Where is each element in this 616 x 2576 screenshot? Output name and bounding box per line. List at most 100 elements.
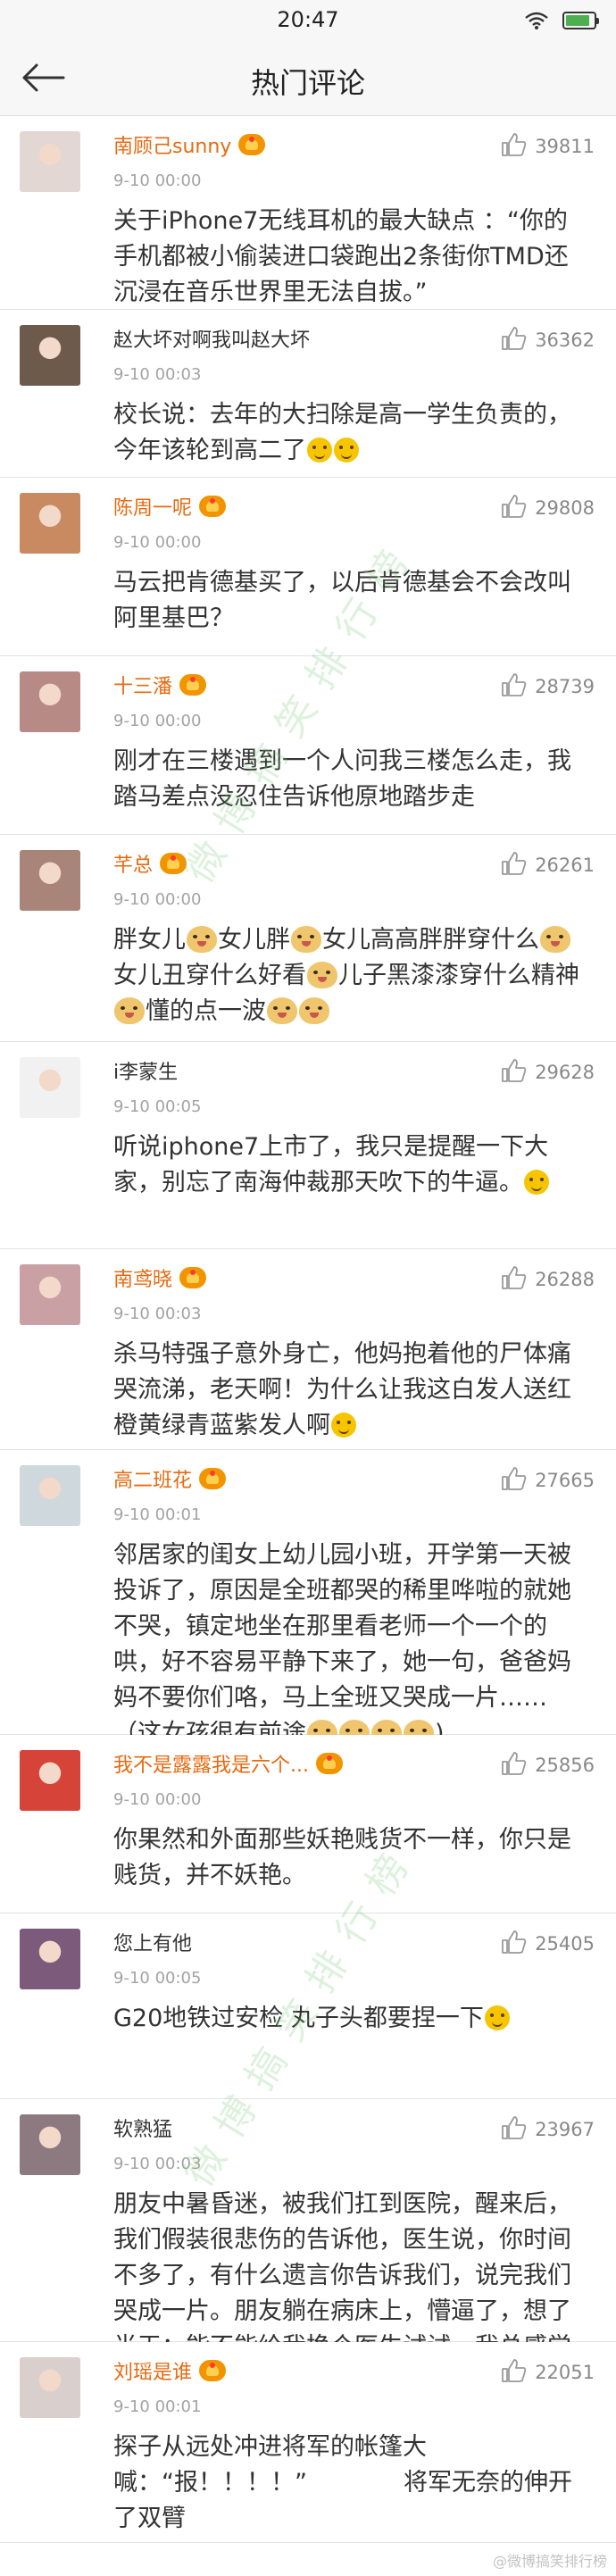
thumbs-up-icon bbox=[501, 851, 528, 880]
comment-list: 南顾己sunny 9-10 00:00 39811 关于iPhone7无线耳机的最大缺… bbox=[0, 116, 616, 2543]
username[interactable]: 高二班花 bbox=[113, 1464, 192, 1493]
comment-item[interactable]: 赵大坏对啊我叫赵大坏 9-10 00:03 36362 校长说：去年的大扫除是高一学生… bbox=[0, 310, 616, 478]
username[interactable]: 十三潘 bbox=[113, 671, 172, 699]
comment-item[interactable]: 芊总 9-10 00:00 26261 胖女儿 女儿胖 女儿高高胖胖穿什么女儿丑穿什么好看… bbox=[0, 835, 616, 1042]
like-button[interactable]: 39811 bbox=[501, 132, 595, 161]
status-time: 20:47 bbox=[277, 7, 339, 32]
like-button[interactable]: 26261 bbox=[501, 851, 595, 880]
comment-text-body: 刚才在三楼遇到一个人问我三楼怎么走，我踏马差点没忍住告诉他原地踏步走 bbox=[113, 747, 571, 811]
avatar[interactable] bbox=[20, 2357, 80, 2418]
comment-time: 9-10 00:03 bbox=[113, 2155, 202, 2173]
thumbs-up-icon bbox=[501, 1930, 528, 1958]
comment-time: 9-10 00:05 bbox=[113, 1969, 202, 1988]
vip-badge-icon bbox=[315, 1753, 343, 1774]
like-count: 23967 bbox=[535, 2119, 595, 2140]
smile-emoji-icon bbox=[484, 2005, 510, 2030]
doge-emoji-icon bbox=[540, 926, 570, 953]
username[interactable]: 您上有他 bbox=[113, 1928, 192, 1956]
vip-badge-icon bbox=[199, 1468, 227, 1489]
like-count: 27665 bbox=[535, 1470, 595, 1491]
comment-item[interactable]: 南鸢晓 9-10 00:03 26288 杀马特强子意外身亡，他妈抱着他的尸体痛哭流涕… bbox=[0, 1249, 616, 1450]
thumbs-up-icon bbox=[501, 494, 528, 522]
footer-credit: @微博搞笑排行榜 bbox=[492, 2553, 607, 2570]
comment-text-segment: 儿子黑漆漆穿什么精神 bbox=[338, 962, 579, 989]
comment-text-body: 听说iphone7上市了，我只是提醒一下大家，别忘了南海仲裁那天吹下的牛逼。 bbox=[113, 1133, 549, 1196]
comment-item[interactable]: 刘瑶是谁 9-10 00:01 22051 探子从远处冲进将军的帐篷大喊：“报！！！！… bbox=[0, 2342, 616, 2543]
username[interactable]: 芊总 bbox=[113, 849, 153, 878]
username[interactable]: 南鸢晓 bbox=[113, 1263, 172, 1292]
comment-item[interactable]: 陈周一呢 9-10 00:00 29808 马云把肯德基买了，以后肯德基会不会改叫阿里… bbox=[0, 478, 616, 656]
like-button[interactable]: 27665 bbox=[501, 1466, 595, 1495]
smile-emoji-icon bbox=[334, 438, 359, 463]
like-button[interactable]: 25405 bbox=[501, 1930, 595, 1958]
avatar[interactable] bbox=[20, 1465, 80, 1526]
battery-icon bbox=[562, 12, 599, 29]
like-count: 26288 bbox=[535, 1269, 595, 1290]
avatar[interactable] bbox=[20, 131, 80, 192]
thumbs-up-icon bbox=[501, 672, 528, 701]
like-button[interactable]: 25856 bbox=[501, 1751, 595, 1780]
comment-text: 杀马特强子意外身亡，他妈抱着他的尸体痛哭流涕，老天啊！为什么让我这白发人送红橙黄… bbox=[113, 1337, 591, 1444]
comment-time: 9-10 00:01 bbox=[113, 2397, 202, 2416]
comment-text-segment: 女儿高高胖胖穿什么 bbox=[322, 926, 539, 954]
doge-emoji-icon bbox=[299, 997, 329, 1024]
thumbs-up-icon bbox=[501, 1058, 528, 1087]
comment-item[interactable]: 软熟猛 9-10 00:03 23967 朋友中暑昏迷，被我们扛到医院，醒来后，我们假… bbox=[0, 2099, 616, 2397]
doge-emoji-icon bbox=[307, 962, 337, 988]
like-count: 26261 bbox=[535, 854, 595, 876]
comment-item[interactable]: 高二班花 9-10 00:01 27665 邻居家的闺女上幼儿园小班，开学第一天被投诉… bbox=[0, 1450, 616, 1747]
comment-time: 9-10 00:03 bbox=[113, 365, 202, 384]
avatar[interactable] bbox=[20, 2114, 80, 2175]
comment-item[interactable]: 南顾己sunny 9-10 00:00 39811 关于iPhone7无线耳机的最大缺… bbox=[0, 116, 616, 310]
comment-item[interactable]: 您上有他 9-10 00:05 25405 G20地铁过安检 丸子头都要捏一下 bbox=[0, 1913, 616, 2099]
like-count: 36362 bbox=[535, 329, 595, 351]
like-button[interactable]: 26288 bbox=[501, 1265, 595, 1294]
username[interactable]: 陈周一呢 bbox=[113, 492, 192, 521]
comment-text: 邻居家的闺女上幼儿园小班，开学第一天被投诉了，原因是全班都哭的稀里哗啦的就她不哭… bbox=[113, 1538, 591, 1752]
comment-text-segment: 懂的点一波 bbox=[146, 997, 266, 1025]
vip-badge-icon bbox=[238, 134, 266, 155]
vip-badge-icon bbox=[179, 674, 207, 696]
avatar[interactable] bbox=[20, 850, 80, 911]
avatar[interactable] bbox=[20, 493, 80, 554]
avatar[interactable] bbox=[20, 671, 80, 732]
like-button[interactable]: 23967 bbox=[501, 2115, 595, 2144]
comment-text-body: 邻居家的闺女上幼儿园小班，开学第一天被投诉了，原因是全班都哭的稀里哗啦的就她不哭… bbox=[113, 1541, 571, 1747]
comment-text-segment: 女儿丑穿什么好看 bbox=[113, 962, 306, 989]
avatar[interactable] bbox=[20, 1750, 80, 1811]
vip-badge-icon bbox=[199, 496, 227, 517]
like-button[interactable]: 29808 bbox=[501, 494, 595, 522]
comment-text: 听说iphone7上市了，我只是提醒一下大家，别忘了南海仲裁那天吹下的牛逼。 bbox=[113, 1130, 591, 1201]
username[interactable]: 软熟猛 bbox=[113, 2113, 172, 2142]
username[interactable]: 我不是露露我是六个... bbox=[113, 1749, 309, 1778]
like-button[interactable]: 22051 bbox=[501, 2358, 595, 2387]
comment-text-segment: 胖女儿 bbox=[113, 926, 186, 954]
comment-item[interactable]: 十三潘 9-10 00:00 28739 刚才在三楼遇到一个人问我三楼怎么走，我踏马差… bbox=[0, 656, 616, 835]
comment-item[interactable]: i李蒙生 9-10 00:05 29628 听说iphone7上市了，我只是提醒一下大… bbox=[0, 1042, 616, 1249]
comment-text-body: G20地铁过安检 丸子头都要捏一下 bbox=[113, 2005, 484, 2032]
status-bar: 20:47 bbox=[0, 0, 616, 43]
username[interactable]: 南顾己sunny bbox=[113, 130, 231, 159]
comment-time: 9-10 00:01 bbox=[113, 1505, 202, 1524]
avatar[interactable] bbox=[20, 325, 80, 386]
like-button[interactable]: 36362 bbox=[501, 326, 595, 354]
nav-bar: 热门评论 bbox=[0, 43, 616, 116]
smile-emoji-icon bbox=[331, 1413, 356, 1438]
comment-time: 9-10 00:00 bbox=[113, 171, 202, 190]
avatar[interactable] bbox=[20, 1929, 80, 1989]
username[interactable]: 赵大坏对啊我叫赵大坏 bbox=[113, 324, 310, 353]
like-button[interactable]: 29628 bbox=[501, 1058, 595, 1087]
comment-time: 9-10 00:00 bbox=[113, 890, 202, 909]
like-button[interactable]: 28739 bbox=[501, 672, 595, 701]
username[interactable]: i李蒙生 bbox=[113, 1056, 178, 1085]
doge-emoji-icon bbox=[291, 926, 321, 953]
vip-badge-icon bbox=[199, 2360, 227, 2381]
wifi-icon bbox=[525, 12, 548, 29]
comment-text: 探子从远处冲进将军的帐篷大喊：“报！！！！” 将军无奈的伸开了双臂 bbox=[113, 2430, 591, 2537]
thumbs-up-icon bbox=[501, 326, 528, 354]
avatar[interactable] bbox=[20, 1057, 80, 1118]
username[interactable]: 刘瑶是谁 bbox=[113, 2356, 192, 2385]
avatar[interactable] bbox=[20, 1264, 80, 1325]
comment-item[interactable]: 我不是露露我是六个... 9-10 00:00 25856 你果然和外面那些妖艳贱货不… bbox=[0, 1735, 616, 1913]
comment-text-segment: 女儿胖 bbox=[218, 926, 290, 954]
